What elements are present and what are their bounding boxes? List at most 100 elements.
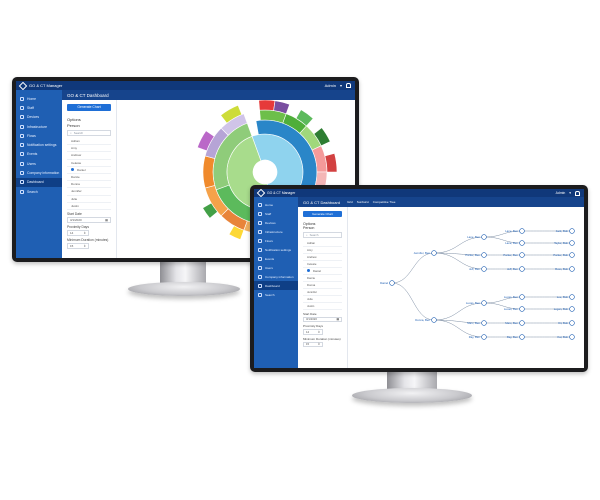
person-option[interactable]: Julie <box>303 296 342 303</box>
person-icon <box>258 211 262 216</box>
person-option[interactable]: Jennifer <box>67 188 111 196</box>
sidebar-item-users[interactable]: Users <box>254 263 298 272</box>
tree-node[interactable] <box>481 320 487 326</box>
sidebar-item-flows[interactable]: Flows <box>16 131 62 140</box>
tree-node[interactable] <box>569 306 575 312</box>
tree-node[interactable] <box>481 266 487 272</box>
tree-node[interactable] <box>519 320 525 326</box>
tree-node[interactable] <box>481 334 487 340</box>
person-option[interactable]: Amy <box>303 247 342 254</box>
person-option[interactable]: Daniel <box>303 268 342 275</box>
bell-icon[interactable] <box>346 83 351 88</box>
person-option[interactable]: Andrew <box>67 152 111 160</box>
person-option[interactable]: Celeste <box>303 261 342 268</box>
person-option[interactable]: Justin <box>303 303 342 310</box>
radio-icon[interactable] <box>71 168 74 172</box>
tree-node[interactable] <box>569 228 575 234</box>
competitive-tree-chart[interactable]: Daniel Jennifer, Ben Lane, Ben Lane, Ben Jac… <box>352 203 584 368</box>
tree-node[interactable] <box>431 250 437 256</box>
brand[interactable]: GO & CT Manager <box>18 81 62 90</box>
minimum-duration-stepper[interactable]: 15 ⇕ <box>67 242 89 249</box>
sidebar-item-company-information[interactable]: Company information <box>16 168 62 177</box>
tree-node[interactable] <box>481 300 487 306</box>
sidebar-item-infrastructure[interactable]: Infrastructure <box>254 227 298 236</box>
user-menu[interactable]: Admin ▾ <box>556 190 580 196</box>
person-option[interactable]: Celeste <box>67 160 111 167</box>
person-option[interactable]: Adrian <box>303 240 342 247</box>
person-option[interactable]: Jennifer <box>303 289 342 296</box>
start-date-field[interactable]: 3/1/2020 ▦ <box>303 316 342 322</box>
brand[interactable]: GO & CT Manager <box>256 189 295 198</box>
tree-node[interactable] <box>519 240 525 246</box>
bell-icon[interactable] <box>575 190 580 196</box>
sidebar-item-notification-settings[interactable]: Notification settings <box>16 140 62 149</box>
sidebar-item-flows[interactable]: Flows <box>254 236 298 245</box>
minimum-duration-stepper[interactable]: 15 ⇕ <box>303 341 323 347</box>
person-search-input[interactable]: ⌕ Search <box>67 130 111 136</box>
sidebar-item-search[interactable]: Search <box>254 290 298 299</box>
calendar-icon[interactable]: ▦ <box>105 218 108 222</box>
generate-chart-button[interactable]: Generate Chart <box>67 104 111 111</box>
tree-node[interactable] <box>569 240 575 246</box>
stepper-icon[interactable]: ⇕ <box>83 244 86 248</box>
start-date-field[interactable]: 3/1/2020 ▦ <box>67 216 111 223</box>
tree-node-label: Kai, Bob <box>557 335 568 339</box>
sidebar-item-devices[interactable]: Devices <box>16 113 62 122</box>
sidebar-item-notification-settings[interactable]: Notification settings <box>254 245 298 254</box>
proximity-days-stepper[interactable]: 14 ⇕ <box>67 229 89 236</box>
tree-node[interactable] <box>431 317 437 323</box>
tree-node[interactable] <box>519 334 525 340</box>
tree-node[interactable] <box>569 320 575 326</box>
proximity-days-value: 14 <box>306 329 310 334</box>
sidebar-item-events[interactable]: Events <box>16 150 62 159</box>
sidebar-item-company-information[interactable]: Company information <box>254 272 298 281</box>
radio-icon[interactable] <box>307 269 310 272</box>
calendar-icon[interactable]: ▦ <box>336 317 339 321</box>
person-option[interactable]: Andrew <box>303 254 342 261</box>
stepper-icon[interactable]: ⇕ <box>318 330 320 334</box>
sunburst-segment[interactable] <box>324 152 338 173</box>
tree-node[interactable] <box>569 266 575 272</box>
person-search-input[interactable]: ⌕ Search <box>303 232 342 238</box>
sidebar-item-staff[interactable]: Staff <box>254 209 298 218</box>
sidebar-item-dashboard[interactable]: Dashboard <box>254 281 298 290</box>
sidebar-item-infrastructure[interactable]: Infrastructure <box>16 122 62 131</box>
person-option[interactable]: Darcie <box>67 174 111 182</box>
person-option[interactable]: Julie <box>67 196 111 203</box>
tree-node[interactable] <box>569 294 575 300</box>
sidebar-item-users[interactable]: Users <box>16 159 62 168</box>
sidebar-item-dashboard[interactable]: Dashboard <box>16 177 62 187</box>
tree-node[interactable] <box>481 234 487 240</box>
tree-node[interactable] <box>519 252 525 258</box>
person-option[interactable]: Donna <box>303 282 342 289</box>
tree-node[interactable] <box>519 228 525 234</box>
sidebar-item-staff[interactable]: Staff <box>16 103 62 112</box>
sidebar-item-devices[interactable]: Devices <box>254 218 298 227</box>
tree-node[interactable] <box>569 252 575 258</box>
person-option[interactable]: Daniel <box>67 167 111 174</box>
start-date-value: 3/1/2020 <box>70 217 82 222</box>
sidebar-item-home[interactable]: Home <box>254 200 298 209</box>
tree-node[interactable] <box>569 334 575 340</box>
sidebar-item-events[interactable]: Events <box>254 254 298 263</box>
person-option[interactable]: Amy <box>67 145 111 153</box>
tree-node[interactable] <box>389 280 395 286</box>
person-option[interactable]: Adrian <box>67 138 111 146</box>
tree-node-label: Jennifer, Ben <box>414 251 431 255</box>
stepper-icon[interactable]: ⇕ <box>83 231 86 235</box>
person-option[interactable]: Donna <box>67 181 111 189</box>
tree-node[interactable] <box>481 252 487 258</box>
person-option[interactable]: Justin <box>67 203 111 210</box>
tree-node[interactable] <box>519 294 525 300</box>
user-menu[interactable]: Admin ▾ <box>325 83 351 88</box>
sidebar-item-home[interactable]: Home <box>16 94 62 103</box>
stepper-icon[interactable]: ⇕ <box>318 342 320 346</box>
tree-node[interactable] <box>519 266 525 272</box>
sunburst-segment[interactable] <box>258 100 276 111</box>
proximity-days-stepper[interactable]: 14 ⇕ <box>303 329 323 335</box>
person-option[interactable]: Darcie <box>303 275 342 282</box>
sunburst-segment[interactable] <box>202 155 216 189</box>
tree-node[interactable] <box>519 306 525 312</box>
generate-chart-button[interactable]: Generate Chart <box>303 211 342 217</box>
sidebar-item-search[interactable]: Search <box>16 187 62 196</box>
